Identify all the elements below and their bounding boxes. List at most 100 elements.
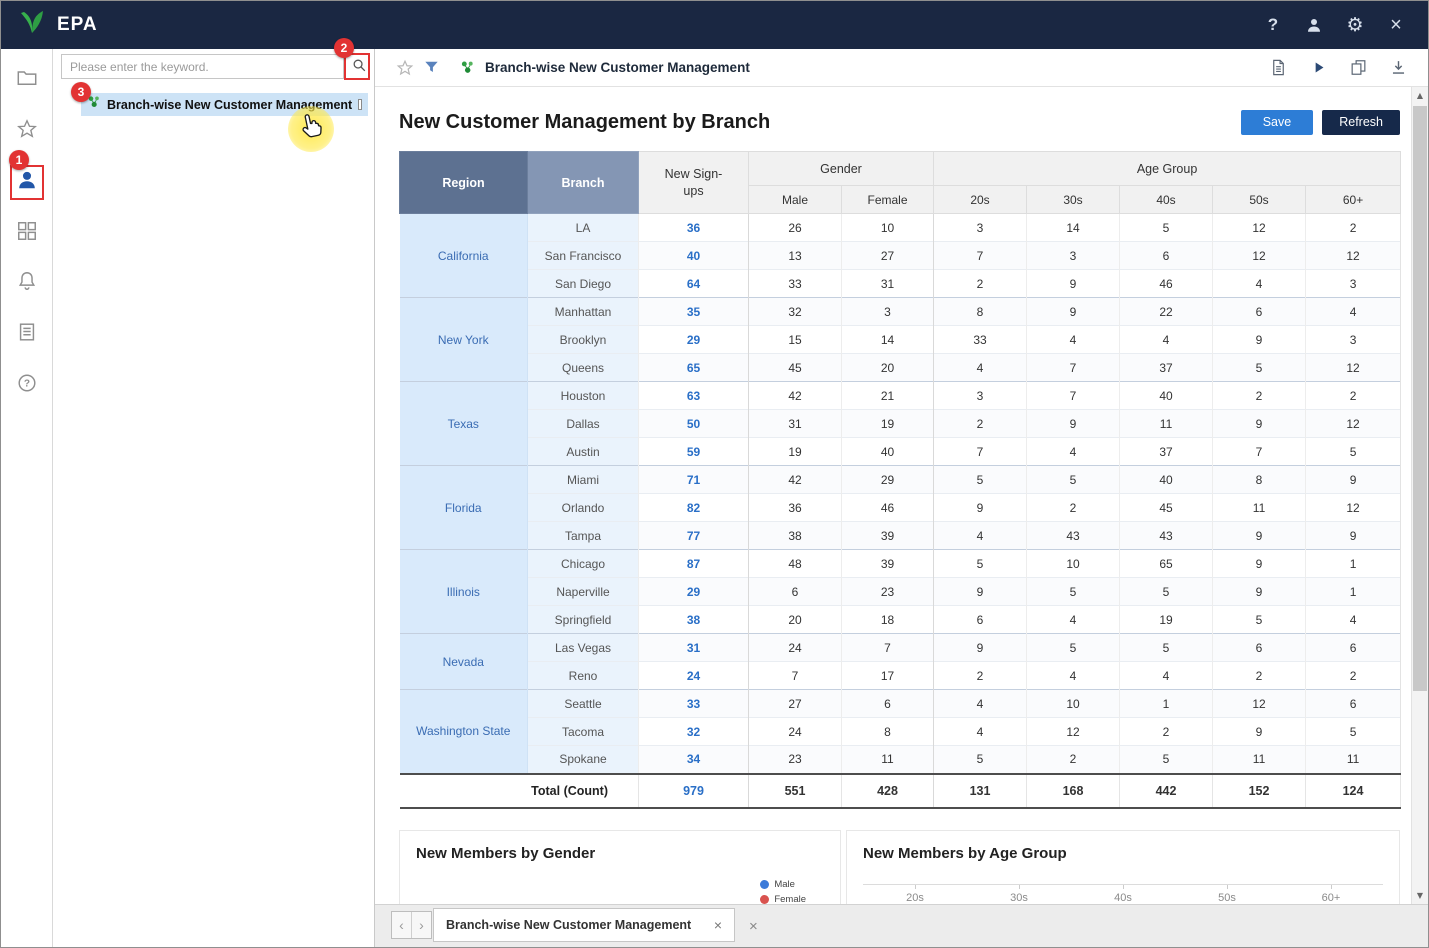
- gender-chart-legend: Male Female: [760, 879, 806, 905]
- value-cell: 40: [842, 438, 934, 466]
- value-cell: 6: [749, 578, 842, 606]
- total-value-cell: 428: [842, 774, 934, 808]
- value-cell: 31: [842, 270, 934, 298]
- total-label: Total (Count): [400, 774, 639, 808]
- tab-close-icon[interactable]: ×: [714, 917, 722, 933]
- total-value-cell: 131: [934, 774, 1027, 808]
- close-all-tabs-icon[interactable]: ×: [749, 918, 758, 935]
- search-input[interactable]: [61, 54, 344, 79]
- scroll-up-icon[interactable]: ▲: [1412, 87, 1428, 104]
- col-group-gender: Gender: [749, 152, 934, 186]
- value-cell: 11: [1213, 494, 1306, 522]
- bottom-tabbar: ‹ › Branch-wise New Customer Management …: [375, 904, 1428, 947]
- table-row: NevadaLas Vegas3124795566: [400, 634, 1401, 662]
- annotation-box-step1: [10, 165, 44, 200]
- value-cell: 2: [1306, 382, 1401, 410]
- refresh-button[interactable]: Refresh: [1322, 110, 1400, 135]
- run-icon[interactable]: [1308, 58, 1328, 78]
- table-row: Naperville2962395591: [400, 578, 1401, 606]
- value-cell: 9: [1213, 410, 1306, 438]
- report-list-icon[interactable]: [16, 321, 38, 343]
- branch-cell: Spokane: [528, 746, 639, 774]
- value-cell: 9: [1027, 270, 1120, 298]
- folder-icon[interactable]: [16, 67, 38, 89]
- app-window: { "topbar": { "app_name": "EPA", "help_g…: [0, 0, 1429, 948]
- value-cell: 3: [1027, 242, 1120, 270]
- value-cell: 11: [1120, 410, 1213, 438]
- branch-cell: Tampa: [528, 522, 639, 550]
- branch-cell: Miami: [528, 466, 639, 494]
- value-cell: 9: [934, 494, 1027, 522]
- value-cell: 23: [749, 746, 842, 774]
- annotation-badge-2: 2: [334, 38, 354, 58]
- new-signups-cell: 38: [639, 606, 749, 634]
- document-icon[interactable]: [1268, 58, 1288, 78]
- value-cell: 11: [1306, 746, 1401, 774]
- new-signups-cell: 77: [639, 522, 749, 550]
- value-cell: 7: [1027, 382, 1120, 410]
- value-cell: 9: [1027, 298, 1120, 326]
- value-cell: 45: [1120, 494, 1213, 522]
- favorite-star-icon[interactable]: [395, 58, 415, 78]
- report-green-icon: [457, 58, 477, 78]
- col-header-region: Region: [400, 152, 528, 214]
- page-title: New Customer Management by Branch: [399, 111, 770, 134]
- value-cell: 19: [1120, 606, 1213, 634]
- value-cell: 32: [749, 298, 842, 326]
- value-cell: 12: [1306, 494, 1401, 522]
- branch-cell: Brooklyn: [528, 326, 639, 354]
- table-body: CaliforniaLA3626103145122San Francisco40…: [400, 214, 1401, 774]
- col-header-50s: 50s: [1213, 186, 1306, 214]
- scroll-down-icon[interactable]: ▼: [1412, 887, 1428, 904]
- tab-next-icon[interactable]: ›: [412, 912, 431, 938]
- col-header-female: Female: [842, 186, 934, 214]
- gear-icon[interactable]: ⚙: [1345, 13, 1365, 37]
- annotation-badge-1: 1: [9, 150, 29, 170]
- value-cell: 4: [934, 718, 1027, 746]
- tab-prev-icon[interactable]: ‹: [392, 912, 412, 938]
- save-button[interactable]: Save: [1241, 110, 1314, 135]
- new-signups-cell: 65: [639, 354, 749, 382]
- download-icon[interactable]: [1388, 58, 1408, 78]
- copy-icon[interactable]: [1348, 58, 1368, 78]
- close-icon[interactable]: ×: [1386, 13, 1406, 37]
- dashboard-icon[interactable]: [16, 220, 38, 242]
- help-circle-icon[interactable]: ?: [16, 372, 38, 394]
- user-icon[interactable]: [1304, 13, 1324, 37]
- star-icon[interactable]: [16, 118, 38, 140]
- topbar-actions: ? ⚙ ×: [1263, 13, 1412, 37]
- annotation-badge-3: 3: [71, 82, 91, 102]
- value-cell: 5: [1120, 746, 1213, 774]
- value-cell: 4: [934, 354, 1027, 382]
- new-signups-cell: 32: [639, 718, 749, 746]
- app-name: EPA: [57, 14, 98, 36]
- bell-icon[interactable]: [16, 270, 38, 292]
- value-cell: 5: [934, 550, 1027, 578]
- vertical-scrollbar[interactable]: ▲ ▼: [1411, 87, 1428, 904]
- total-value-cell: 124: [1306, 774, 1401, 808]
- value-cell: 42: [749, 382, 842, 410]
- value-cell: 5: [934, 466, 1027, 494]
- value-cell: 12: [1306, 242, 1401, 270]
- new-signups-cell: 82: [639, 494, 749, 522]
- region-cell: New York: [400, 298, 528, 382]
- tab-branch-report[interactable]: Branch-wise New Customer Management ×: [433, 908, 735, 942]
- total-value-cell: 551: [749, 774, 842, 808]
- value-cell: 9: [1213, 522, 1306, 550]
- topbar: EPA ? ⚙ ×: [1, 1, 1428, 49]
- col-header-40s: 40s: [1120, 186, 1213, 214]
- value-cell: 40: [1120, 466, 1213, 494]
- value-cell: 29: [842, 466, 934, 494]
- scrollbar-thumb[interactable]: [1413, 106, 1427, 691]
- value-cell: 27: [749, 690, 842, 718]
- value-cell: 37: [1120, 438, 1213, 466]
- tree-item-window-icon[interactable]: [358, 99, 362, 110]
- col-header-new-signups: New Sign-ups: [639, 152, 749, 214]
- value-cell: 5: [1306, 718, 1401, 746]
- value-cell: 14: [842, 326, 934, 354]
- filter-icon[interactable]: [421, 58, 441, 78]
- region-cell: California: [400, 214, 528, 298]
- value-cell: 2: [1027, 746, 1120, 774]
- value-cell: 4: [1027, 606, 1120, 634]
- help-icon[interactable]: ?: [1263, 13, 1283, 37]
